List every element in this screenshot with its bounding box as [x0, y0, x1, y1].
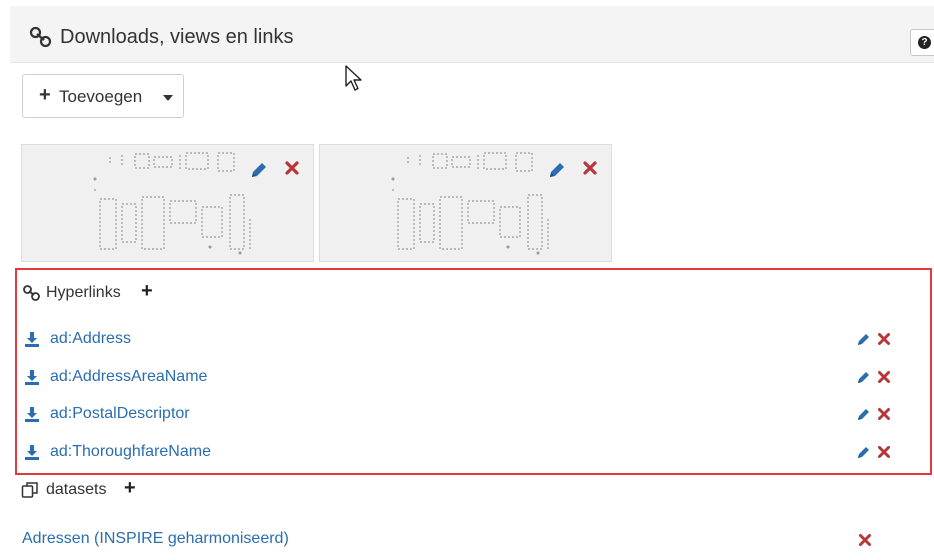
hyperlink-label[interactable]: ad:PostalDescriptor — [50, 405, 190, 423]
hyperlink-label[interactable]: ad:AddressAreaName — [50, 368, 207, 386]
thumbnail-card[interactable] — [21, 144, 314, 262]
datasets-title: datasets — [46, 481, 107, 498]
download-icon — [25, 332, 39, 347]
link-icon — [29, 26, 52, 48]
hyperlink-row: ad:Address — [22, 327, 902, 353]
pencil-icon[interactable] — [856, 406, 872, 422]
add-dataset-button[interactable]: + — [124, 478, 136, 498]
dataset-link[interactable]: Adressen (INSPIRE geharmoniseerd) — [22, 530, 289, 548]
hyperlink-row: ad:AddressAreaName — [22, 365, 902, 391]
add-hyperlink-button[interactable]: + — [141, 281, 153, 301]
pencil-icon[interactable] — [856, 369, 872, 385]
pencil-icon[interactable] — [856, 331, 872, 347]
pencil-icon[interactable] — [547, 160, 567, 180]
hyperlink-label[interactable]: ad:ThoroughfareName — [50, 443, 211, 461]
hyperlink-row: ad:ThoroughfareName — [22, 440, 902, 466]
add-dropdown-label: Toevoegen — [59, 87, 143, 106]
remove-icon[interactable] — [877, 332, 891, 346]
thumbnail-card[interactable] — [319, 144, 612, 262]
dataset-row: Adressen (INSPIRE geharmoniseerd) — [22, 527, 902, 553]
thumbnail-image — [391, 152, 549, 255]
remove-icon[interactable] — [877, 445, 891, 459]
link-icon — [23, 285, 40, 301]
pencil-icon[interactable] — [856, 444, 872, 460]
download-icon — [25, 407, 39, 422]
hyperlink-label[interactable]: ad:Address — [50, 330, 131, 348]
mouse-cursor-icon — [345, 65, 362, 91]
download-icon — [25, 370, 39, 385]
remove-icon[interactable] — [582, 160, 598, 176]
add-dropdown-button[interactable]: + Toevoegen — [22, 74, 184, 118]
remove-icon[interactable] — [877, 407, 891, 421]
panel-title: Downloads, views en links — [60, 26, 294, 48]
hyperlinks-title: Hyperlinks — [46, 284, 121, 301]
question-icon: ? — [918, 36, 931, 49]
help-button[interactable]: ? — [910, 29, 934, 56]
hyperlink-row: ad:PostalDescriptor — [22, 402, 902, 428]
panel-header: Downloads, views en links ? — [10, 6, 934, 63]
plus-icon: + — [39, 84, 51, 106]
caret-down-icon — [163, 95, 173, 101]
remove-icon[interactable] — [284, 160, 300, 176]
remove-icon[interactable] — [877, 370, 891, 384]
pencil-icon[interactable] — [249, 160, 269, 180]
thumbnail-image — [93, 152, 251, 255]
copy-icon — [21, 482, 38, 498]
remove-icon[interactable] — [858, 533, 872, 547]
download-icon — [25, 445, 39, 460]
